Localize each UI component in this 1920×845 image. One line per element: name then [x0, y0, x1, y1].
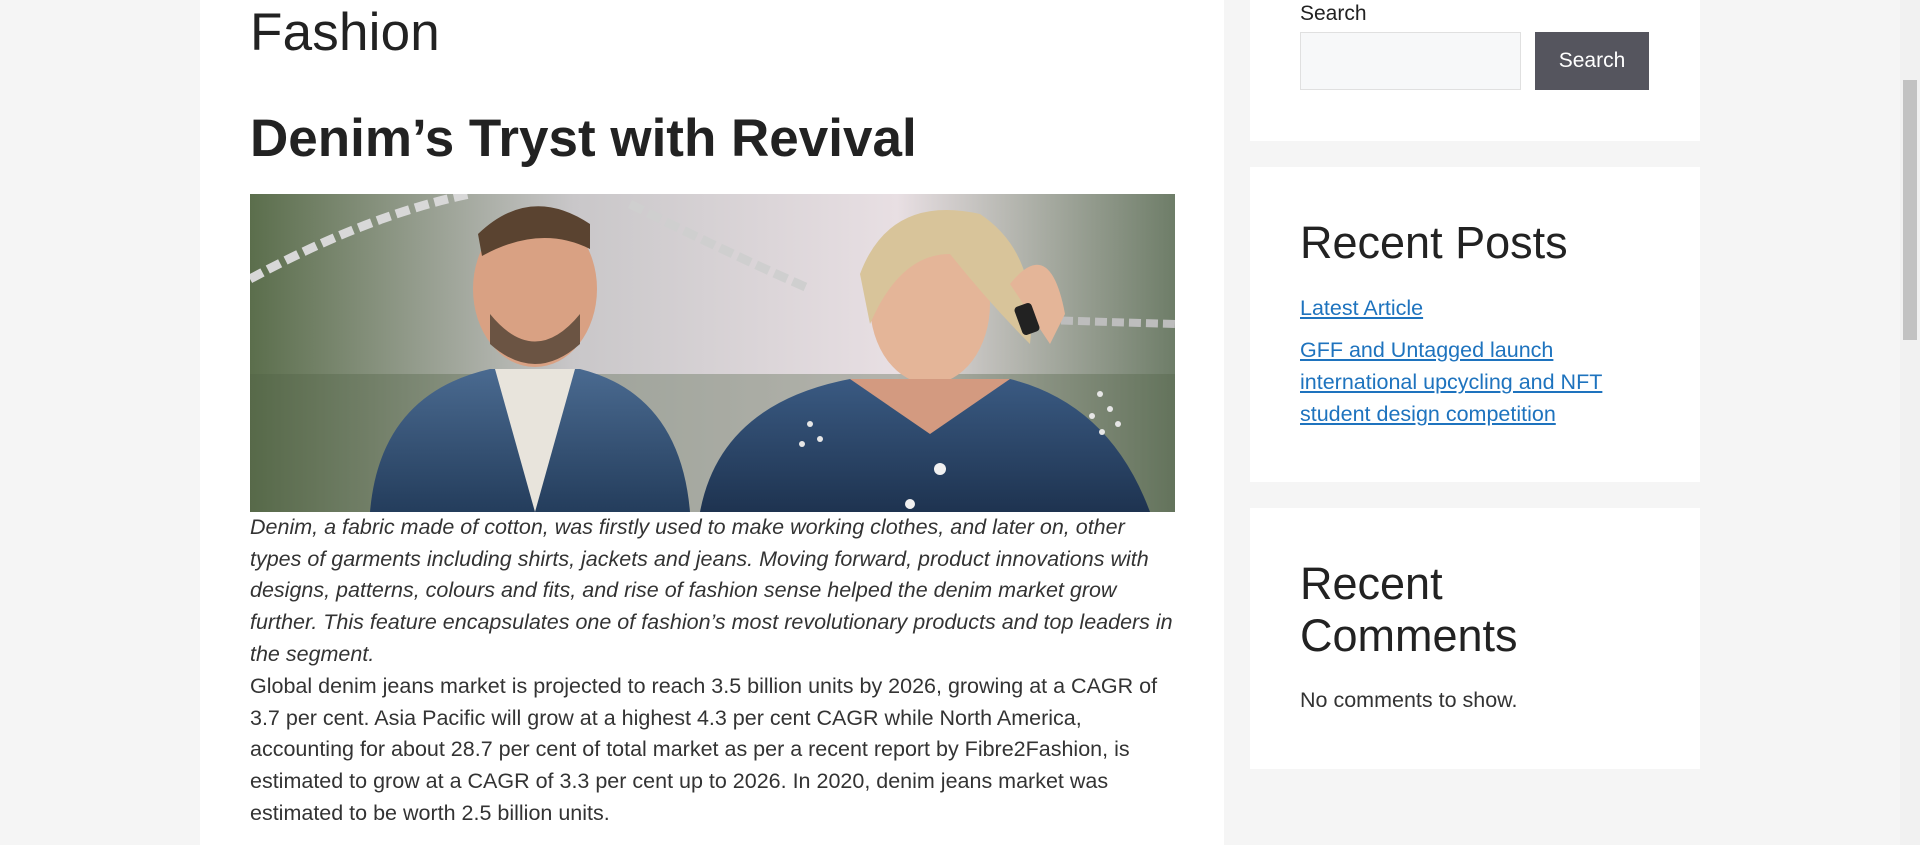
- list-item: Latest Article: [1300, 292, 1630, 324]
- main-content: Fashion Denim’s Tryst with Revival Denim…: [200, 0, 1224, 845]
- featured-image-illustration: [250, 194, 1175, 512]
- search-input[interactable]: [1300, 32, 1521, 90]
- scrollbar[interactable]: [1900, 0, 1920, 845]
- recent-post-link-latest-article[interactable]: Latest Article: [1300, 296, 1423, 320]
- featured-image[interactable]: [250, 194, 1175, 512]
- scrollbar-thumb[interactable]: [1903, 80, 1917, 340]
- list-item: GFF and Untagged launch international up…: [1300, 334, 1630, 430]
- search-label: Search: [1300, 2, 1367, 25]
- category-title: Fashion: [250, 3, 440, 62]
- post-body-paragraph: Global denim jeans market is projected t…: [250, 674, 1158, 825]
- search-button[interactable]: Search: [1535, 32, 1649, 90]
- recent-post-link-gff-untagged[interactable]: GFF and Untagged launch international up…: [1300, 338, 1602, 426]
- recent-posts-widget: Recent Posts Latest Article GFF and Unta…: [1250, 167, 1700, 482]
- post-title[interactable]: Denim’s Tryst with Revival: [250, 108, 917, 169]
- post-intro: Denim, a fabric made of cotton, was firs…: [250, 515, 1173, 666]
- no-comments-text: No comments to show.: [1300, 688, 1518, 712]
- recent-comments-title: Recent Comments: [1300, 558, 1518, 661]
- search-widget: Search Search: [1250, 0, 1700, 141]
- recent-comments-widget: Recent Comments No comments to show.: [1250, 508, 1700, 769]
- recent-posts-list: Latest Article GFF and Untagged launch i…: [1300, 292, 1630, 440]
- recent-posts-title: Recent Posts: [1300, 217, 1568, 268]
